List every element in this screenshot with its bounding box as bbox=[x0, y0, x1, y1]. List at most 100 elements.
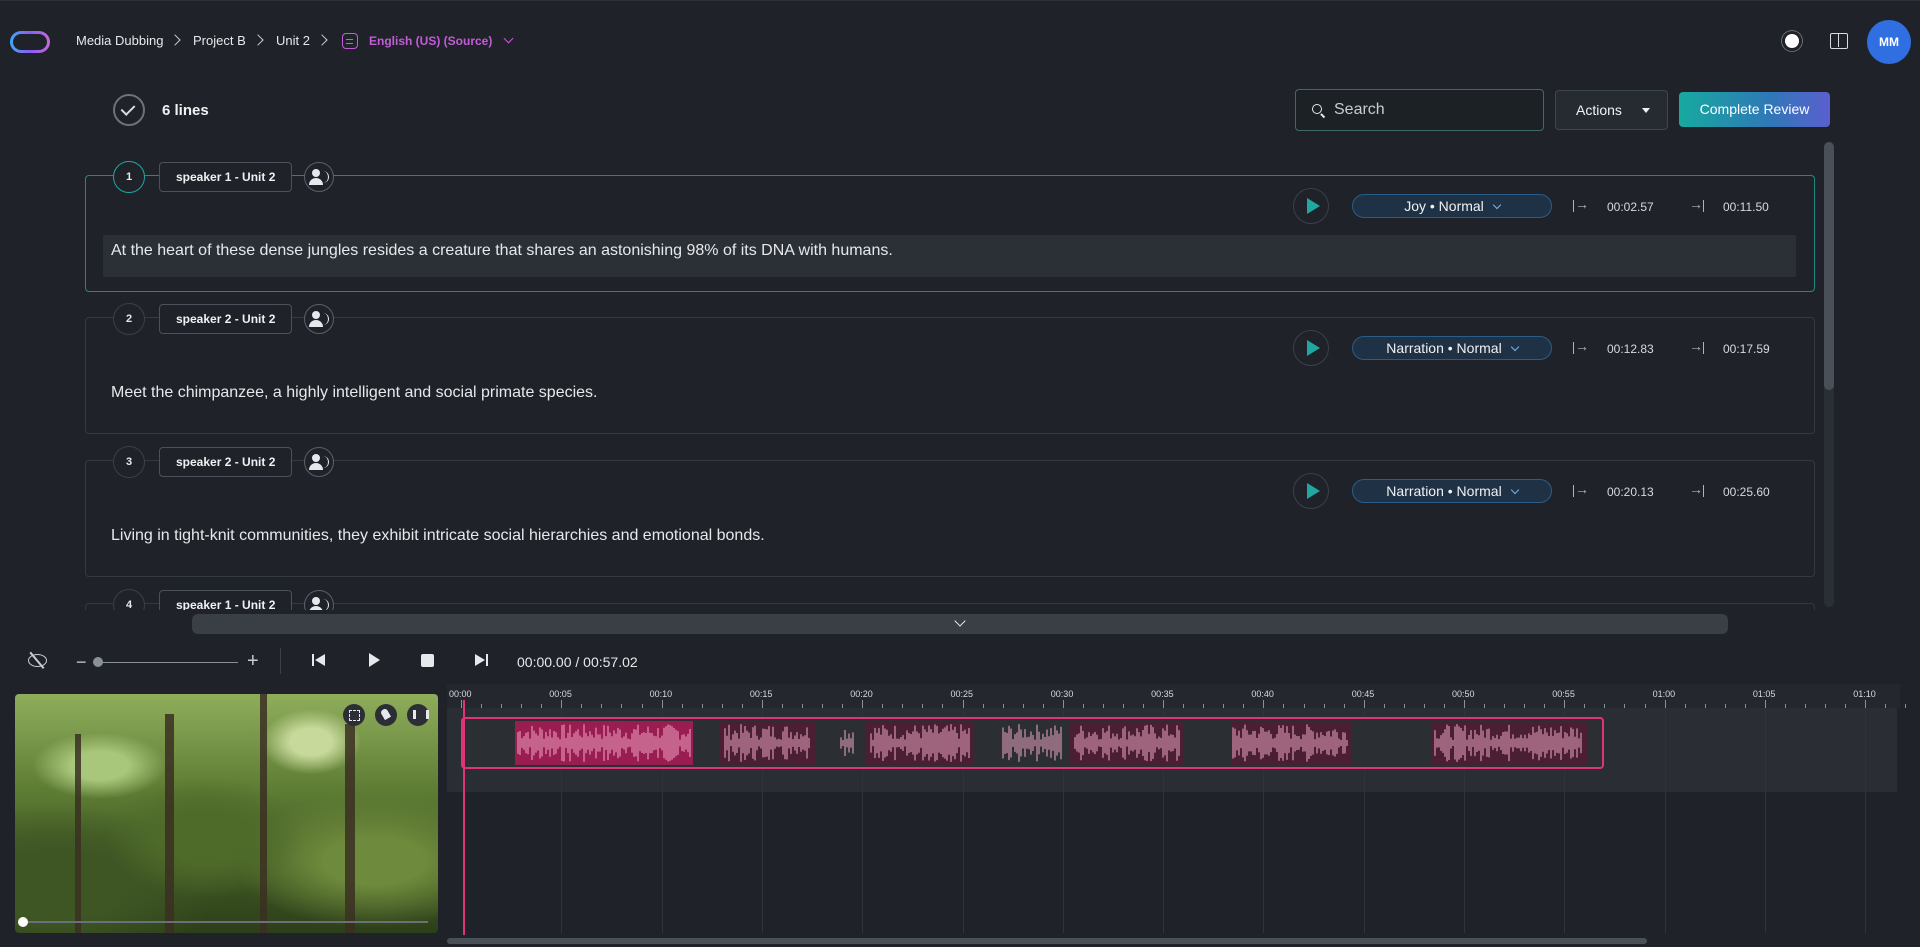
tick-label: 00:50 bbox=[1452, 689, 1475, 699]
start-time[interactable]: 00:02.57 bbox=[1607, 200, 1654, 214]
lines-count: 6 lines bbox=[162, 102, 209, 119]
eye-off-icon[interactable] bbox=[27, 652, 47, 668]
line-text[interactable]: At the heart of these dense jungles resi… bbox=[103, 235, 1796, 277]
tick bbox=[862, 700, 864, 708]
select-all-checkbox[interactable] bbox=[113, 94, 145, 126]
start-time-icon bbox=[1573, 481, 1589, 497]
start-time[interactable]: 00:12.83 bbox=[1607, 342, 1654, 356]
complete-review-button[interactable]: Complete Review bbox=[1679, 92, 1830, 127]
tree-trunk bbox=[75, 734, 81, 933]
tick-label: 00:45 bbox=[1351, 689, 1375, 699]
breadcrumb-project[interactable]: Project B bbox=[193, 33, 246, 48]
speaker-chip[interactable]: speaker 2 - Unit 2 bbox=[159, 447, 293, 477]
search-input[interactable] bbox=[1332, 90, 1537, 130]
zoom-in-button[interactable]: + bbox=[247, 650, 259, 673]
emotion-select[interactable]: Joy • Normal bbox=[1352, 194, 1552, 218]
timeline-scrollbar[interactable] bbox=[447, 938, 1647, 944]
play-line-button[interactable] bbox=[1293, 330, 1329, 366]
line-number[interactable]: 4 bbox=[113, 589, 145, 610]
fullscreen-icon[interactable] bbox=[343, 704, 365, 726]
stop-icon[interactable] bbox=[421, 654, 434, 667]
tick bbox=[1062, 700, 1064, 708]
language-selector[interactable]: English (US) (Source) bbox=[369, 34, 492, 48]
lines-list: 1 speaker 1 - Unit 2 Joy • Normal 00:02.… bbox=[0, 145, 1830, 610]
tick-label: 00:10 bbox=[649, 689, 673, 699]
start-time[interactable]: 00:20.13 bbox=[1607, 485, 1654, 499]
search-icon bbox=[1312, 104, 1322, 114]
tick bbox=[962, 700, 964, 708]
tick-label: 00:00 bbox=[449, 689, 472, 699]
app-logo[interactable] bbox=[10, 31, 50, 53]
time-readout: 00:00.00 / 00:57.02 bbox=[517, 654, 638, 670]
end-time-icon bbox=[1689, 481, 1707, 497]
speaker-chip[interactable]: speaker 1 - Unit 2 bbox=[159, 590, 293, 610]
breadcrumb-media-dubbing[interactable]: Media Dubbing bbox=[76, 33, 163, 48]
tick bbox=[1263, 700, 1265, 708]
minor-tick bbox=[1905, 704, 1907, 708]
end-time[interactable]: 00:17.59 bbox=[1723, 342, 1770, 356]
play-icon[interactable] bbox=[369, 653, 380, 667]
speaker-chip[interactable]: speaker 1 - Unit 2 bbox=[159, 162, 293, 192]
playhead[interactable] bbox=[463, 700, 465, 935]
end-time[interactable]: 00:25.60 bbox=[1723, 485, 1770, 499]
skip-forward-icon[interactable] bbox=[475, 653, 489, 667]
chevron-down-icon[interactable] bbox=[503, 33, 514, 44]
line-number[interactable]: 2 bbox=[113, 303, 145, 335]
emotion-label: Narration • Normal bbox=[1386, 340, 1502, 356]
tick bbox=[1464, 700, 1465, 708]
video-progress-thumb[interactable] bbox=[18, 917, 28, 927]
avatar[interactable]: MM bbox=[1867, 20, 1911, 64]
start-time-icon bbox=[1573, 338, 1589, 354]
waveform bbox=[517, 724, 1582, 762]
line-item[interactable]: 4 speaker 1 - Unit 2 bbox=[85, 589, 1815, 610]
book-icon[interactable] bbox=[1830, 33, 1848, 49]
skip-back-icon[interactable] bbox=[312, 653, 326, 667]
tick-label: 01:00 bbox=[1652, 689, 1676, 699]
chevron-down-icon bbox=[1510, 485, 1519, 495]
audio-clip[interactable] bbox=[461, 717, 1604, 769]
emotion-select[interactable]: Narration • Normal bbox=[1352, 336, 1552, 360]
tick bbox=[761, 700, 763, 708]
tick bbox=[1163, 700, 1165, 708]
play-line-button[interactable] bbox=[1293, 473, 1329, 509]
line-item[interactable]: 2 speaker 2 - Unit 2 Narration • Normal … bbox=[85, 303, 1815, 434]
breadcrumb-unit[interactable]: Unit 2 bbox=[276, 33, 310, 48]
play-line-button[interactable] bbox=[1293, 188, 1329, 224]
search-box[interactable] bbox=[1295, 89, 1544, 131]
line-text[interactable]: Meet the chimpanzee, a highly intelligen… bbox=[103, 377, 1796, 419]
line-number[interactable]: 1 bbox=[113, 161, 145, 193]
tick-label: 00:20 bbox=[850, 689, 873, 699]
empty-track-area bbox=[447, 792, 1897, 932]
subtitles-icon[interactable] bbox=[407, 704, 429, 726]
line-item[interactable]: 1 speaker 1 - Unit 2 Joy • Normal 00:02.… bbox=[85, 161, 1815, 292]
timeline-ruler[interactable]: 00:00 00:05 00:10 00:15 00:20 00:25 00:30 00:35… bbox=[447, 684, 1907, 708]
voice-icon[interactable] bbox=[304, 590, 334, 610]
end-time[interactable]: 00:11.50 bbox=[1723, 200, 1769, 214]
pin-icon[interactable] bbox=[375, 704, 397, 726]
voice-icon[interactable] bbox=[304, 304, 334, 334]
caret-down-icon bbox=[1642, 108, 1650, 113]
header: Media Dubbing Project B Unit 2 English (… bbox=[0, 0, 1920, 82]
line-number[interactable]: 3 bbox=[113, 446, 145, 478]
zoom-out-button[interactable]: − bbox=[76, 652, 87, 673]
emotion-select[interactable]: Narration • Normal bbox=[1352, 479, 1552, 503]
grid-line bbox=[1764, 708, 1766, 933]
tick bbox=[1764, 700, 1766, 708]
zoom-slider[interactable] bbox=[93, 662, 238, 663]
chevron-right-icon bbox=[252, 34, 264, 46]
sun-icon[interactable] bbox=[1785, 34, 1799, 48]
tick bbox=[1363, 700, 1365, 708]
collapse-panel-bar[interactable] bbox=[192, 614, 1728, 634]
voice-icon[interactable] bbox=[304, 162, 334, 192]
scrollbar-thumb[interactable] bbox=[1824, 142, 1834, 390]
video-progress-bar[interactable] bbox=[23, 921, 428, 923]
line-text[interactable]: Living in tight-knit communities, they e… bbox=[103, 520, 1796, 562]
line-item[interactable]: 3 speaker 2 - Unit 2 Narration • Normal … bbox=[85, 446, 1815, 577]
speaker-chip[interactable]: speaker 2 - Unit 2 bbox=[159, 304, 293, 334]
zoom-slider-thumb[interactable] bbox=[93, 657, 103, 667]
lines-scrollbar[interactable] bbox=[1824, 142, 1834, 607]
actions-button[interactable]: Actions bbox=[1555, 90, 1668, 130]
voice-icon[interactable] bbox=[304, 447, 334, 477]
video-preview[interactable] bbox=[15, 694, 438, 933]
translate-icon bbox=[342, 33, 358, 49]
